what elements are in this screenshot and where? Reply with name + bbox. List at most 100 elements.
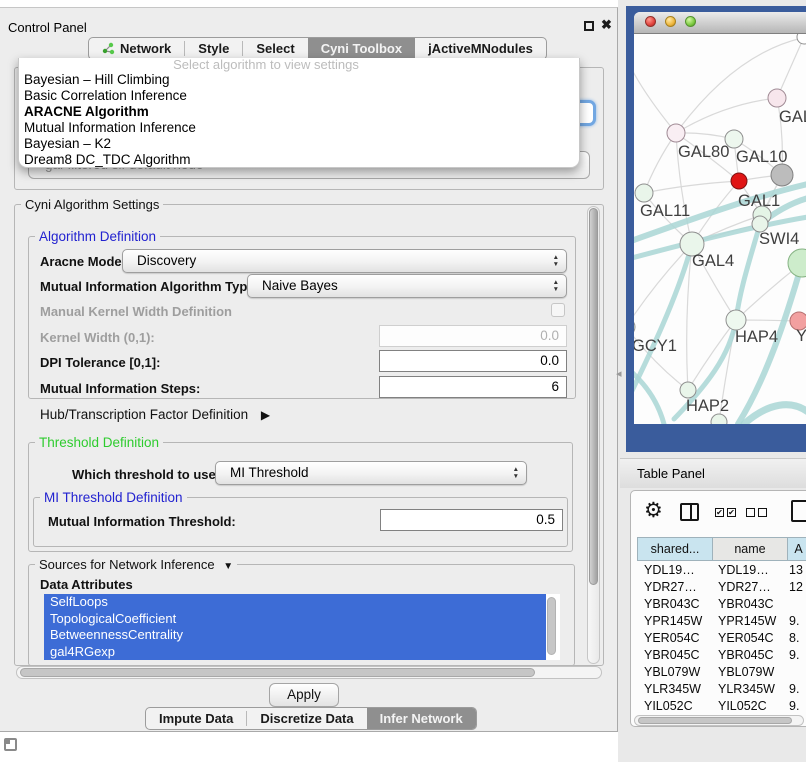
algorithm-option[interactable]: Bayesian – Hill Climbing — [19, 72, 579, 88]
zoom-traffic-light-icon[interactable] — [685, 16, 696, 27]
table-row[interactable]: YBR043CYBR043C — [637, 596, 806, 613]
algorithm-option[interactable]: Dream8 DC_TDC Algorithm — [19, 152, 579, 168]
panel-collapse-handle[interactable]: ◂ — [616, 367, 622, 380]
tab-cyni-toolbox[interactable]: Cyni Toolbox — [308, 38, 415, 59]
network-node-label: GAL11 — [640, 202, 690, 220]
table-cell: YBR043C — [712, 596, 787, 613]
bottom-strip — [0, 732, 618, 762]
network-node[interactable] — [771, 164, 793, 186]
tab-select[interactable]: Select — [243, 38, 307, 59]
table-cell: YBL079W — [637, 664, 712, 681]
dpi-tolerance-field[interactable]: 0.0 — [379, 350, 567, 372]
network-node[interactable] — [726, 310, 746, 330]
tab-style[interactable]: Style — [185, 38, 242, 59]
settings-vertical-scrollbar-thumb[interactable] — [589, 208, 598, 585]
column-header-shared-name[interactable]: shared... — [638, 538, 713, 560]
float-window-icon[interactable] — [584, 21, 594, 31]
table-horizontal-scrollbar-thumb[interactable] — [638, 717, 792, 724]
mi-type-combo[interactable]: Naive Bayes ▲▼ — [247, 274, 567, 298]
network-node-label: GAL10 — [736, 148, 787, 166]
columns-icon[interactable] — [680, 503, 699, 521]
network-node[interactable] — [731, 173, 747, 189]
manual-kernel-label: Manual Kernel Width Definition — [40, 304, 232, 319]
column-header-partial[interactable]: A — [788, 538, 806, 560]
table-cell — [787, 664, 806, 681]
table-row[interactable]: YBR045CYBR045C9. — [637, 647, 806, 664]
sources-group-title[interactable]: Sources for Network Inference ▼ — [35, 557, 237, 572]
manual-kernel-checkbox[interactable] — [551, 303, 565, 317]
new-table-icon[interactable] — [791, 500, 806, 522]
network-node[interactable] — [768, 89, 786, 107]
table-cell: YLR345W — [712, 681, 787, 698]
mi-steps-field[interactable]: 6 — [379, 376, 567, 398]
algorithm-option[interactable]: Mutual Information Inference — [19, 120, 579, 136]
network-edge — [644, 133, 676, 193]
network-node[interactable] — [667, 124, 685, 142]
algorithm-option[interactable]: Basic Correlation Inference — [19, 88, 579, 104]
network-node[interactable] — [635, 184, 653, 202]
which-threshold-combo[interactable]: MI Threshold ▲▼ — [215, 461, 527, 485]
table-cell: YBR043C — [637, 596, 712, 613]
select-all-checkboxes-icon[interactable]: ✔✔ — [715, 508, 736, 517]
column-header-name[interactable]: name — [713, 538, 788, 560]
dropdown-item-list: Bayesian – Hill ClimbingBasic Correlatio… — [19, 72, 579, 168]
network-node[interactable] — [725, 130, 743, 148]
table-cell: 9. — [787, 613, 806, 630]
table-row[interactable]: YPR145WYPR145W9. — [637, 613, 806, 630]
network-node-label: HAP2 — [686, 397, 729, 415]
table-cell: 13 — [787, 562, 806, 579]
data-attribute-item[interactable]: BetweennessCentrality — [44, 627, 546, 644]
screenshot-root: Control Panel ✖ Network Style Select Cyn… — [0, 0, 806, 762]
panel-dock-icon[interactable] — [4, 738, 17, 751]
data-attribute-item[interactable]: gal4RGexp — [44, 644, 546, 661]
apply-button[interactable]: Apply — [269, 683, 339, 707]
data-attribute-item[interactable]: SelfLoops — [44, 594, 546, 611]
network-window-titlebar[interactable] — [634, 12, 806, 34]
settings-horizontal-scrollbar-thumb[interactable] — [20, 668, 535, 677]
tab-network[interactable]: Network — [89, 38, 184, 59]
stepper-icon: ▲▼ — [553, 279, 559, 293]
tab-discretize-data[interactable]: Discretize Data — [247, 708, 366, 729]
network-node[interactable] — [680, 382, 696, 398]
network-node[interactable] — [634, 318, 635, 336]
close-icon[interactable]: ✖ — [601, 17, 612, 33]
network-node-label: Y — [796, 327, 806, 345]
stepper-icon: ▲▼ — [553, 254, 559, 268]
close-traffic-light-icon[interactable] — [645, 16, 656, 27]
network-canvas[interactable]: GALGAL80GAL10GAL1GAL11SWI4GAL4HAP4YGCY1H… — [634, 34, 806, 424]
table-cell: YPR145W — [637, 613, 712, 630]
minimize-traffic-light-icon[interactable] — [665, 16, 676, 27]
dropdown-placeholder: Select algorithm to view settings — [19, 58, 513, 72]
table-row[interactable]: YLR345WYLR345W9. — [637, 681, 806, 698]
network-edge-highlighted — [744, 405, 806, 424]
tab-impute-data[interactable]: Impute Data — [146, 708, 246, 729]
mi-threshold-field[interactable]: 0.5 — [380, 509, 563, 531]
tab-infer-network[interactable]: Infer Network — [367, 708, 476, 729]
network-node-label: GAL80 — [678, 143, 729, 161]
aracne-mode-combo[interactable]: Discovery ▲▼ — [122, 249, 567, 273]
list-scrollbar-thumb[interactable] — [547, 597, 556, 655]
table-row[interactable]: YDL19…YDL19…13 — [637, 562, 806, 579]
data-attribute-item[interactable]: TopologicalCoefficient — [44, 611, 546, 628]
table-row[interactable]: YIL052CYIL052C9. — [637, 698, 806, 713]
data-attributes-label: Data Attributes — [40, 577, 133, 592]
table-cell: YIL052C — [637, 698, 712, 713]
table-cell: 9. — [787, 647, 806, 664]
algorithm-option[interactable]: ARACNE Algorithm — [19, 104, 579, 120]
network-node[interactable] — [711, 414, 727, 424]
network-edge — [644, 181, 739, 193]
deselect-all-checkboxes-icon[interactable] — [746, 508, 767, 517]
table-cell: 8. — [787, 630, 806, 647]
table-cell: YER054C — [637, 630, 712, 647]
network-node[interactable] — [797, 34, 806, 44]
tab-jactivemnodules[interactable]: jActiveMNodules — [415, 38, 546, 59]
kernel-width-field[interactable]: 0.0 — [379, 325, 567, 347]
table-row[interactable]: YBL079WYBL079W — [637, 664, 806, 681]
data-attributes-list: SelfLoopsTopologicalCoefficientBetweenne… — [44, 594, 560, 660]
gear-icon[interactable]: ⚙ — [644, 498, 663, 523]
algorithm-option[interactable]: Bayesian – K2 — [19, 136, 579, 152]
table-row[interactable]: YDR27…YDR27…12 — [637, 579, 806, 596]
network-edge — [777, 37, 804, 98]
table-row[interactable]: YER054CYER054C8. — [637, 630, 806, 647]
hub-definition-toggle[interactable]: Hub/Transcription Factor Definition ▶ — [40, 407, 270, 422]
